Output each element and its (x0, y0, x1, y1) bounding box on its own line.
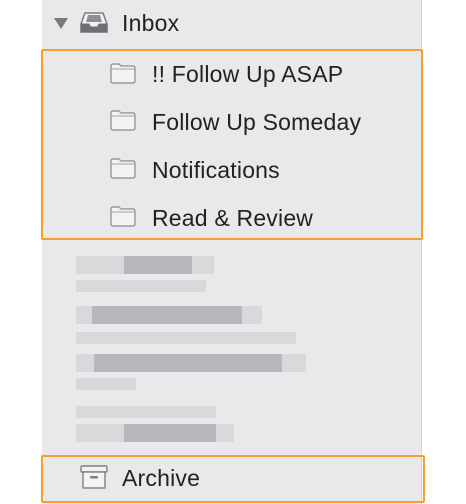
blurred-row (42, 406, 420, 424)
inbox-label: Inbox (122, 10, 180, 36)
highlight-subfolders-box (41, 49, 423, 240)
inbox-tray-icon (80, 12, 108, 34)
blurred-row (42, 280, 420, 298)
disclosure-triangle-icon[interactable] (54, 18, 68, 29)
blurred-row (42, 306, 420, 324)
blurred-row (42, 256, 420, 274)
highlight-archive-box (41, 455, 425, 503)
blurred-row (42, 332, 420, 350)
blurred-row (42, 354, 420, 372)
blurred-row (42, 424, 420, 442)
mail-sidebar-screenshot: Inbox !! Follow Up ASAP Follow Up Someda… (0, 0, 466, 504)
sidebar-item-inbox[interactable]: Inbox (42, 0, 420, 46)
blurred-row (42, 378, 420, 396)
